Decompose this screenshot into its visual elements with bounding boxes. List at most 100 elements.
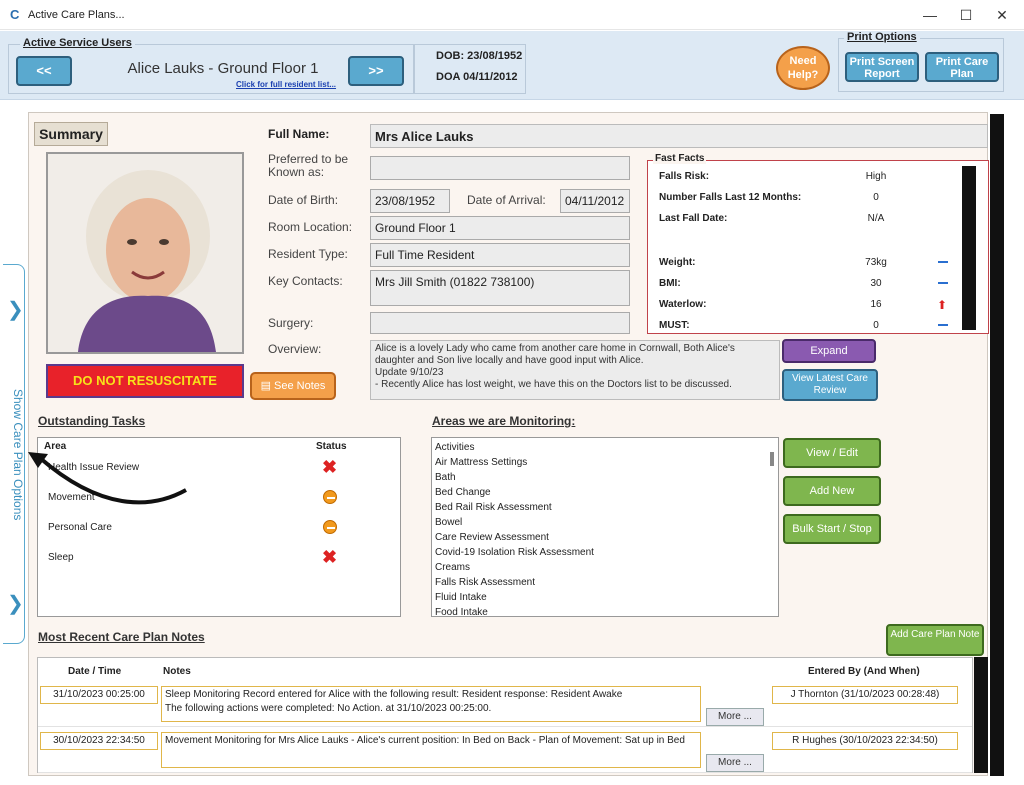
close-button[interactable]: ✕: [984, 4, 1020, 26]
trend-steady-icon: [938, 324, 948, 327]
view-latest-care-review-button[interactable]: View Latest Care Review: [782, 369, 878, 401]
note-date: 30/10/2023 22:34:50: [40, 732, 158, 750]
note-text: Movement Monitoring for Mrs Alice Lauks …: [161, 732, 701, 768]
monitoring-item[interactable]: Creams: [435, 560, 594, 575]
monitoring-item[interactable]: Covid-19 Isolation Risk Assessment: [435, 545, 594, 560]
surgery-label: Surgery:: [268, 316, 314, 330]
fast-fact-value: 0: [873, 320, 879, 331]
fast-fact-value: 0: [873, 192, 879, 203]
chevron-right-icon[interactable]: ❯: [7, 592, 24, 616]
see-notes-label: See Notes: [274, 380, 326, 392]
monitoring-item[interactable]: Bed Change: [435, 485, 594, 500]
print-screen-report-button[interactable]: Print Screen Report: [845, 52, 919, 82]
status-in-progress-icon: [323, 520, 337, 534]
print-care-plan-button[interactable]: Print Care Plan: [925, 52, 999, 82]
notes-text-header: Notes: [163, 666, 191, 677]
overview-label: Overview:: [268, 342, 322, 356]
notes-entered-by-header: Entered By (And When): [808, 666, 920, 677]
maximize-button[interactable]: ☐: [948, 4, 984, 26]
fast-facts-scrollbar[interactable]: [962, 166, 976, 330]
key-contacts-field[interactable]: Mrs Jill Smith (01822 738100): [370, 270, 630, 306]
monitoring-item[interactable]: Care Review Assessment: [435, 530, 594, 545]
previous-resident-button[interactable]: <<: [16, 56, 72, 86]
preferred-name-label: Preferred to be Known as:: [268, 152, 349, 179]
trend-steady-icon: [938, 261, 948, 264]
note-entered-by: R Hughes (30/10/2023 22:34:50): [772, 732, 958, 750]
view-edit-button[interactable]: View / Edit: [783, 438, 881, 468]
monitoring-item[interactable]: Fluid Intake: [435, 590, 594, 605]
note-text: Sleep Monitoring Record entered for Alic…: [161, 686, 701, 722]
doa-field[interactable]: 04/11/2012: [560, 189, 630, 213]
title-bar: [0, 0, 1024, 30]
see-notes-button[interactable]: ▤ See Notes: [250, 372, 336, 400]
monitoring-scroll-thumb[interactable]: [770, 452, 774, 466]
resident-list-link[interactable]: Click for full resident list...: [236, 80, 336, 89]
fast-fact-label: Weight:: [659, 257, 696, 268]
next-resident-button[interactable]: >>: [348, 56, 404, 86]
fast-fact-value: 30: [870, 278, 882, 289]
monitoring-item[interactable]: Falls Risk Assessment: [435, 575, 594, 590]
window-title: Active Care Plans...: [28, 9, 125, 21]
full-name-field[interactable]: Mrs Alice Lauks: [370, 124, 988, 148]
key-contacts-label: Key Contacts:: [268, 274, 343, 288]
minimize-button[interactable]: —: [912, 4, 948, 26]
notes-icon: ▤: [260, 380, 275, 392]
app-icon: C: [10, 7, 20, 22]
fast-fact-value: High: [865, 171, 887, 182]
add-care-plan-note-button[interactable]: Add Care Plan Note: [886, 624, 984, 656]
bulk-start-stop-button[interactable]: Bulk Start / Stop: [783, 514, 881, 544]
note-entered-by: J Thornton (31/10/2023 00:28:48): [772, 686, 958, 704]
task-area: Sleep: [48, 552, 74, 563]
monitoring-title: Areas we are Monitoring:: [432, 414, 576, 428]
monitoring-list[interactable]: Activities Air Mattress Settings Bath Bed C…: [431, 437, 779, 617]
monitoring-item[interactable]: Air Mattress Settings: [435, 455, 594, 470]
fast-fact-label: Number Falls Last 12 Months:: [659, 192, 802, 203]
task-area: Personal Care: [48, 522, 112, 533]
fast-fact-label: Falls Risk:: [659, 171, 710, 182]
more-button[interactable]: More ...: [706, 754, 764, 772]
surgery-field[interactable]: [370, 312, 630, 334]
full-name-label: Full Name:: [268, 127, 330, 141]
monitoring-item[interactable]: Food Intake: [435, 605, 594, 616]
monitoring-item[interactable]: Activities: [435, 440, 594, 455]
summary-tab: Summary: [34, 122, 108, 146]
resident-photo: [46, 152, 244, 354]
dob-field[interactable]: 23/08/1952: [370, 189, 450, 213]
add-new-button[interactable]: Add New: [783, 476, 881, 506]
monitoring-item[interactable]: Bath: [435, 470, 594, 485]
notes-date-header: Date / Time: [68, 666, 122, 677]
annotation-arrow: [28, 452, 187, 505]
header-dob: DOB: 23/08/1952: [436, 50, 523, 62]
room-field[interactable]: Ground Floor 1: [370, 216, 630, 240]
more-button[interactable]: More ...: [706, 708, 764, 726]
chevron-right-icon[interactable]: ❯: [7, 298, 24, 322]
note-row-divider: [38, 772, 972, 773]
notes-scrollbar[interactable]: [974, 657, 988, 773]
monitoring-item[interactable]: Bowel: [435, 515, 594, 530]
trend-up-icon: ⬆: [937, 298, 948, 312]
fast-fact-label: MUST:: [659, 320, 690, 331]
tasks-status-header: Status: [316, 441, 347, 452]
doa-label: Date of Arrival:: [467, 193, 546, 207]
header-doa: DOA 04/11/2012: [436, 71, 518, 83]
status-incomplete-icon: ✖: [322, 547, 338, 567]
fast-fact-label: BMI:: [659, 278, 681, 289]
fast-fact-value: N/A: [867, 213, 885, 224]
expand-button[interactable]: Expand: [782, 339, 876, 363]
active-service-users-label: Active Service Users: [20, 37, 135, 49]
print-options-label: Print Options: [844, 31, 920, 43]
fast-fact-value: 16: [870, 299, 882, 310]
dnr-banner: DO NOT RESUSCITATE: [46, 364, 244, 398]
note-date: 31/10/2023 00:25:00: [40, 686, 158, 704]
resident-type-field[interactable]: Full Time Resident: [370, 243, 630, 267]
main-scrollbar[interactable]: [990, 114, 1004, 776]
need-help-button[interactable]: Need Help?: [776, 46, 830, 90]
resident-name: Alice Lauks - Ground Floor 1: [127, 60, 319, 77]
outstanding-tasks-title: Outstanding Tasks: [38, 414, 146, 428]
fast-fact-value: 73kg: [865, 257, 887, 268]
dob-label: Date of Birth:: [268, 193, 339, 207]
overview-field[interactable]: Alice is a lovely Lady who came from ano…: [370, 340, 780, 400]
preferred-name-field[interactable]: [370, 156, 630, 180]
note-row-divider: [38, 726, 972, 727]
monitoring-item[interactable]: Bed Rail Risk Assessment: [435, 500, 594, 515]
